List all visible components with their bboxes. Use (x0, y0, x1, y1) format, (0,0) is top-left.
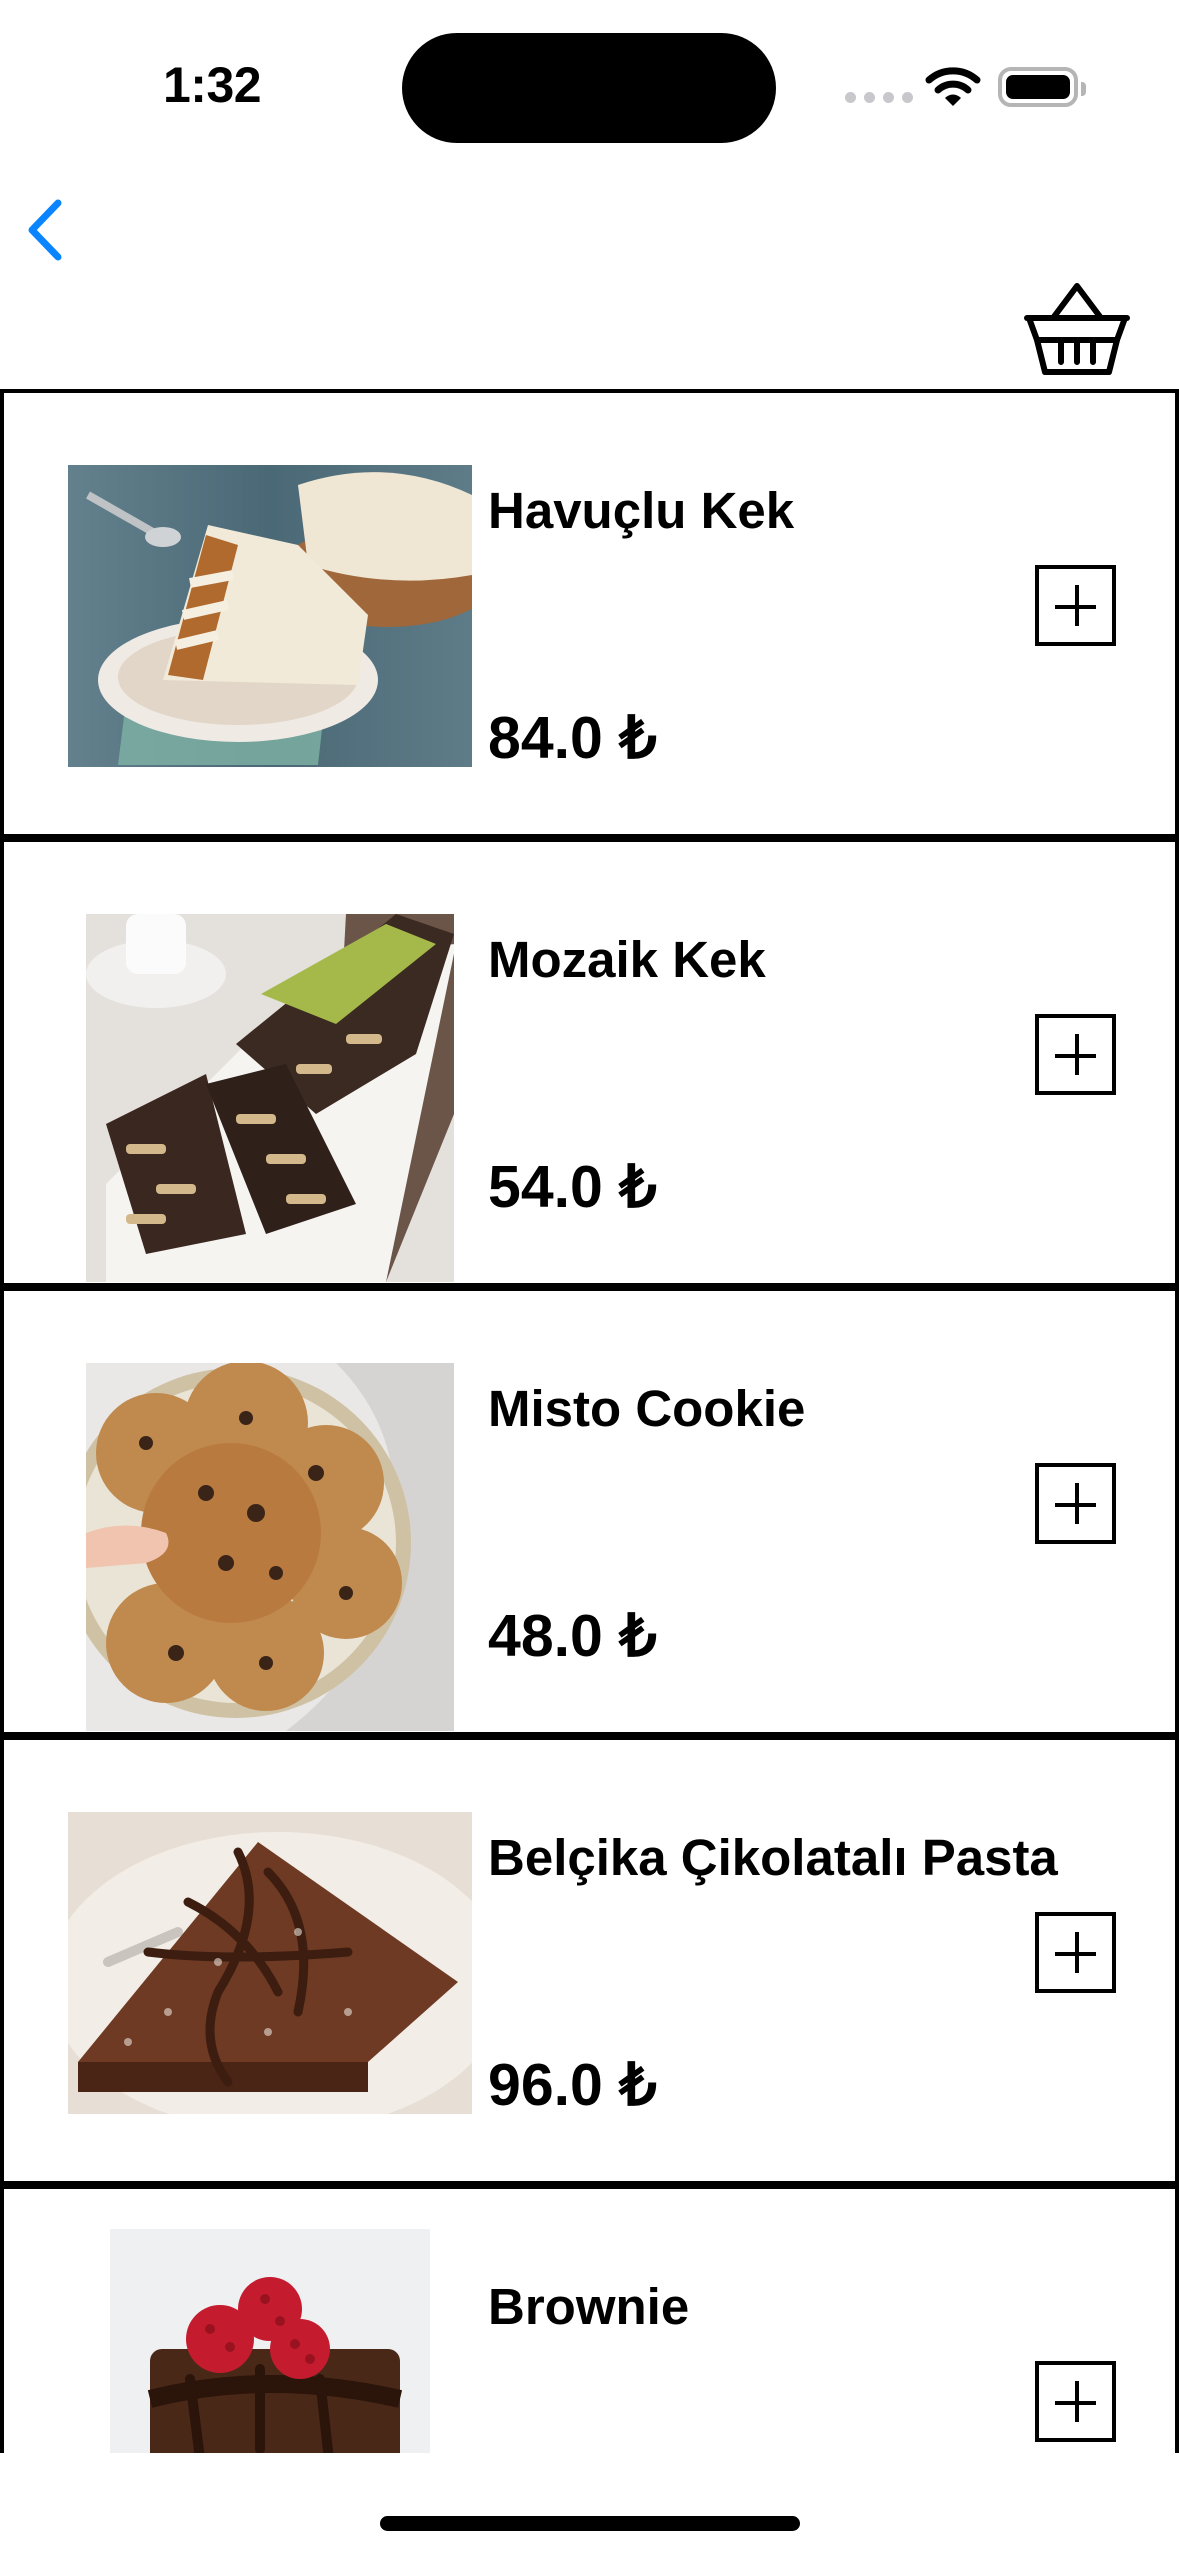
add-to-basket-button[interactable] (1035, 1912, 1116, 1993)
chevron-left-icon (28, 199, 62, 261)
product-price: 48.0 ₺ (488, 1603, 657, 1669)
product-card[interactable]: Brownie (0, 2185, 1179, 2453)
product-card[interactable]: Havuçlu Kek 84.0 ₺ (0, 389, 1179, 838)
back-button[interactable] (20, 195, 80, 265)
product-price: 54.0 ₺ (488, 1154, 657, 1220)
product-price: 84.0 ₺ (488, 705, 657, 771)
product-card[interactable]: Mozaik Kek 54.0 ₺ (0, 838, 1179, 1287)
product-name: Brownie (488, 2278, 690, 2335)
product-image (86, 914, 454, 1282)
product-name: Havuçlu Kek (488, 482, 795, 539)
basket-icon (1024, 283, 1130, 375)
add-to-basket-button[interactable] (1035, 2361, 1116, 2442)
home-indicator[interactable] (380, 2516, 800, 2531)
product-card[interactable]: Misto Cookie 48.0 ₺ (0, 1287, 1179, 1736)
add-to-basket-button[interactable] (1035, 1014, 1116, 1095)
product-name: Misto Cookie (488, 1380, 806, 1437)
product-price: 96.0 ₺ (488, 2052, 657, 2118)
add-to-basket-button[interactable] (1035, 565, 1116, 646)
add-to-basket-button[interactable] (1035, 1463, 1116, 1544)
product-name: Belçika Çikolatalı Pasta (488, 1829, 1058, 1886)
battery-icon (998, 67, 1086, 107)
status-time: 1:32 (163, 57, 262, 113)
product-image (68, 465, 472, 767)
product-list[interactable]: Havuçlu Kek 84.0 ₺ Mozaik Kek 54.0 ₺ Mis… (0, 389, 1179, 2453)
basket-button[interactable] (1023, 280, 1131, 376)
product-card[interactable]: Belçika Çikolatalı Pasta 96.0 ₺ (0, 1736, 1179, 2185)
product-image (110, 2229, 430, 2453)
product-image (68, 1812, 472, 2114)
product-name: Mozaik Kek (488, 931, 766, 988)
dynamic-island (402, 33, 776, 143)
wifi-icon (925, 67, 981, 106)
product-image (86, 1363, 454, 1731)
cellular-signal-icon (845, 92, 913, 103)
